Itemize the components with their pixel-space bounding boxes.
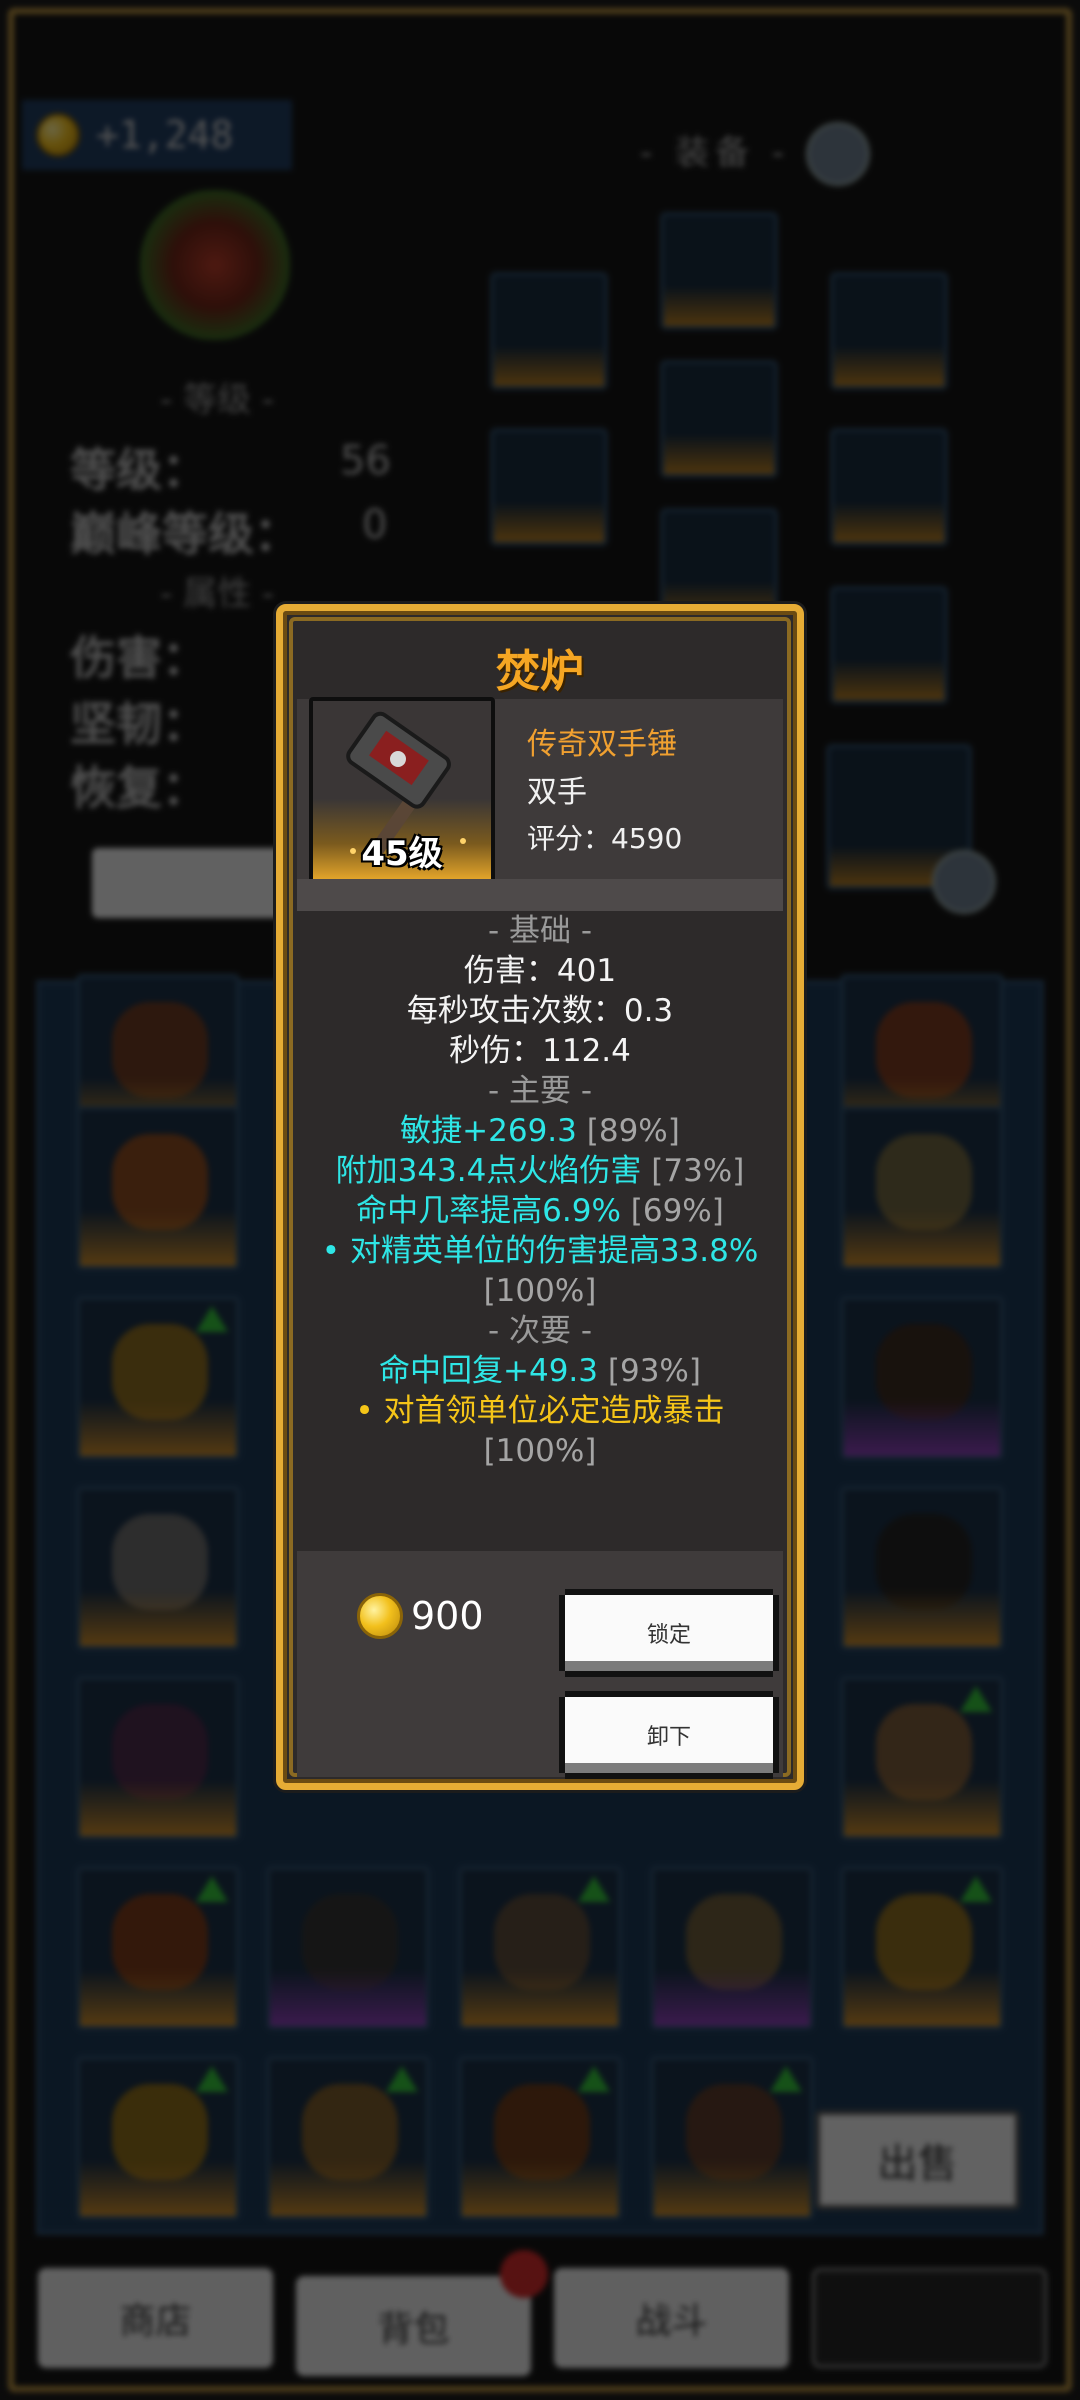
inventory-item[interactable]	[650, 1866, 814, 2030]
sell-button[interactable]: 出售	[815, 2110, 1020, 2210]
inventory-item[interactable]	[76, 1486, 240, 1650]
affix-line: 命中几率提高6.9% [69%]	[297, 1191, 783, 1231]
item-slot: 双手	[527, 775, 587, 810]
affix-line: 敏捷+269.3 [89%]	[297, 1111, 783, 1151]
stat-damage: 伤害：401	[463, 953, 617, 989]
inventory-item[interactable]	[840, 1676, 1004, 1840]
affix-percent: [73%]	[651, 1153, 745, 1189]
level-section-title: - 等级 -	[160, 380, 275, 420]
affix-line: • 对精英单位的伤害提高33.8% [100%]	[320, 1231, 760, 1311]
affix-percent: [100%]	[483, 1273, 597, 1309]
affix-percent: [69%]	[630, 1193, 724, 1229]
inventory-item[interactable]	[266, 2056, 430, 2220]
toughness-label: 坚韧：	[70, 697, 208, 751]
affix-text: 命中几率提高6.9%	[356, 1193, 621, 1229]
equip-slot-ring[interactable]	[830, 586, 948, 704]
gold-coin-icon	[36, 113, 80, 157]
price-value: 900	[411, 1594, 484, 1638]
inventory-item[interactable]	[76, 1866, 240, 2030]
inventory-item[interactable]	[76, 1296, 240, 1460]
primary-section-header: - 主要 -	[487, 1073, 593, 1109]
inventory-item[interactable]	[76, 1676, 240, 1840]
item-title: 焚炉	[496, 646, 584, 697]
attr-section-title: - 属性 -	[160, 574, 275, 614]
level-label: 等级：	[70, 443, 208, 497]
secondary-section-header: - 次要 -	[487, 1313, 593, 1349]
basic-section-header: - 基础 -	[487, 913, 593, 949]
equip-slot-armor[interactable]	[660, 360, 778, 478]
equip-slot-gloves[interactable]	[490, 428, 608, 546]
equip-slot-helmet[interactable]	[490, 272, 608, 390]
upgrade-arrow-icon	[960, 1876, 992, 1902]
affix-text: • 对精英单位的伤害提高33.8%	[321, 1233, 759, 1269]
affix-line: 命中回复+49.3 [93%]	[297, 1351, 783, 1391]
affix-line: • 对首领单位必定造成暴击 [100%]	[320, 1391, 760, 1471]
gold-amount: +1,248	[96, 113, 234, 157]
stat-dps: 秒伤：112.4	[449, 1033, 631, 1069]
item-detail-popup: 焚炉 45级 传奇双手锤 双手 评分：4590 - 基础 - 伤害：401 每秒…	[276, 604, 804, 1790]
item-rarity-type: 传奇双手锤	[527, 727, 677, 762]
hero-portrait[interactable]	[140, 190, 290, 340]
affix-text: 敏捷+269.3	[400, 1113, 577, 1149]
tab-backpack[interactable]: 背包	[296, 2276, 531, 2376]
affix-text: • 对首领单位必定造成暴击	[355, 1393, 725, 1429]
inventory-item[interactable]	[650, 2056, 814, 2220]
item-icon-frame: 45级	[309, 697, 495, 883]
inventory-item[interactable]	[76, 2056, 240, 2220]
inventory-item[interactable]	[266, 1866, 430, 2030]
affix-percent: [100%]	[483, 1433, 597, 1469]
unequip-button[interactable]: 卸下	[565, 1697, 773, 1773]
info-icon[interactable]	[806, 122, 870, 186]
equip-slot-amulet[interactable]	[830, 272, 948, 390]
inventory-item[interactable]	[458, 1866, 622, 2030]
upgrade-arrow-icon	[960, 1686, 992, 1712]
notification-badge	[500, 2250, 548, 2298]
upgrade-arrow-icon	[386, 2066, 418, 2092]
upgrade-arrow-icon	[196, 1306, 228, 1332]
equip-section-title: - 装备 -	[640, 133, 791, 173]
affix-text: 附加343.4点火焰伤害	[335, 1153, 642, 1189]
inventory-item[interactable]	[458, 2056, 622, 2220]
affix-text: 命中回复+49.3	[379, 1353, 599, 1389]
gold-counter: +1,248	[22, 100, 292, 170]
upgrade-arrow-icon	[578, 1876, 610, 1902]
inventory-item[interactable]	[840, 1296, 1004, 1460]
item-header: 45级 传奇双手锤 双手 评分：4590	[297, 697, 783, 883]
item-level: 45级	[361, 834, 443, 874]
affix-percent: [89%]	[586, 1113, 680, 1149]
tab-shop[interactable]: 商店	[38, 2268, 273, 2368]
peak-level-label: 巅峰等级：	[70, 507, 300, 561]
recovery-label: 恢复：	[70, 761, 208, 815]
inventory-item[interactable]	[840, 1866, 1004, 2030]
tab-settings[interactable]	[812, 2268, 1047, 2368]
popup-footer: 900 锁定 卸下	[297, 1551, 783, 1777]
gold-coin-icon	[357, 1593, 403, 1639]
affix-percent: [93%]	[607, 1353, 701, 1389]
upgrade-arrow-icon	[196, 2066, 228, 2092]
equip-slot-bracer[interactable]	[830, 428, 948, 546]
upgrade-arrow-icon	[578, 2066, 610, 2092]
header-divider	[297, 879, 783, 911]
inventory-item[interactable]	[840, 1486, 1004, 1650]
level-value: 56	[340, 438, 391, 484]
inventory-item[interactable]	[840, 1106, 1004, 1270]
inventory-item[interactable]	[76, 1106, 240, 1270]
damage-label: 伤害：	[70, 631, 208, 685]
item-price: 900	[357, 1593, 484, 1639]
upgrade-arrow-icon	[196, 1876, 228, 1902]
equip-slot-head[interactable]	[660, 212, 778, 330]
affix-line: 附加343.4点火焰伤害 [73%]	[297, 1151, 783, 1191]
tab-battle[interactable]: 战斗	[554, 2268, 789, 2368]
item-stats: - 基础 - 伤害：401 每秒攻击次数：0.3 秒伤：112.4 - 主要 -…	[297, 911, 783, 1471]
info-icon[interactable]	[932, 850, 996, 914]
item-score: 评分：4590	[527, 822, 683, 855]
stat-attack-speed: 每秒攻击次数：0.3	[406, 993, 674, 1029]
lock-button[interactable]: 锁定	[565, 1595, 773, 1671]
peak-level-value: 0	[362, 502, 388, 548]
upgrade-arrow-icon	[770, 2066, 802, 2092]
